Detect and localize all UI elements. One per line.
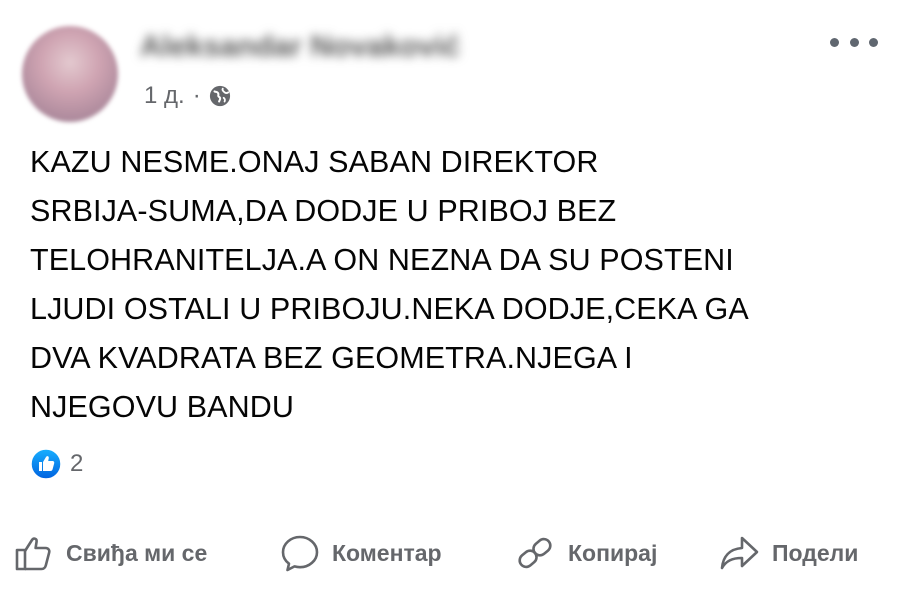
like-button[interactable]: Свиђа ми се [14, 528, 207, 578]
link-icon [518, 537, 552, 569]
thumbs-up-icon [15, 537, 51, 571]
more-options-icon[interactable] [830, 32, 878, 52]
post-text-line: DVA KVADRATA BEZ GEOMETRA.NJEGA I [30, 341, 633, 375]
post-text: KAZU NESME.ONAJ SABAN DIREKTOR SRBIJA-SU… [30, 138, 880, 432]
reaction-count: 2 [70, 450, 84, 477]
meta-separator: · [192, 82, 201, 109]
reaction-summary[interactable]: 2 [30, 448, 83, 480]
more-dot [869, 37, 878, 47]
more-dot [830, 37, 839, 47]
post-time[interactable]: 1 д. [144, 82, 185, 110]
post-meta: 1 д. · [144, 82, 231, 110]
like-button-label: Свиђа ми се [66, 539, 208, 566]
comment-button-label: Коментар [332, 539, 442, 566]
copy-button[interactable]: Копирај [514, 528, 657, 578]
share-icon [720, 536, 759, 570]
author-avatar[interactable] [22, 26, 118, 122]
post-text-line: NJEGOVU BANDU [30, 390, 294, 424]
comment-button[interactable]: Коментар [280, 528, 442, 578]
like-reaction-icon [30, 448, 62, 480]
post-text-line: KAZU NESME.ONAJ SABAN DIREKTOR [30, 145, 599, 179]
comment-icon [281, 535, 319, 572]
copy-button-label: Копирај [568, 539, 658, 566]
post-text-line: SRBIJA-SUMA,DA DODJE U PRIBOJ BEZ [30, 194, 617, 228]
author-name-text: Aleksandar Novaković [140, 30, 461, 63]
post-actions-bar: Свиђа ми се Коментар Копирај Подели [0, 528, 900, 578]
more-dot [849, 37, 859, 47]
share-button[interactable]: Подели [718, 528, 858, 578]
post-text-line: TELOHRANITELJA.A ON NEZNA DA SU POSTENI [30, 243, 734, 277]
globe-icon[interactable] [209, 85, 231, 107]
post-text-line: LJUDI OSTALI U PRIBOJU.NEKA DODJE,CEKA G… [30, 292, 749, 326]
author-name[interactable]: Aleksandar Novaković [140, 30, 520, 63]
share-button-label: Подели [772, 539, 859, 566]
